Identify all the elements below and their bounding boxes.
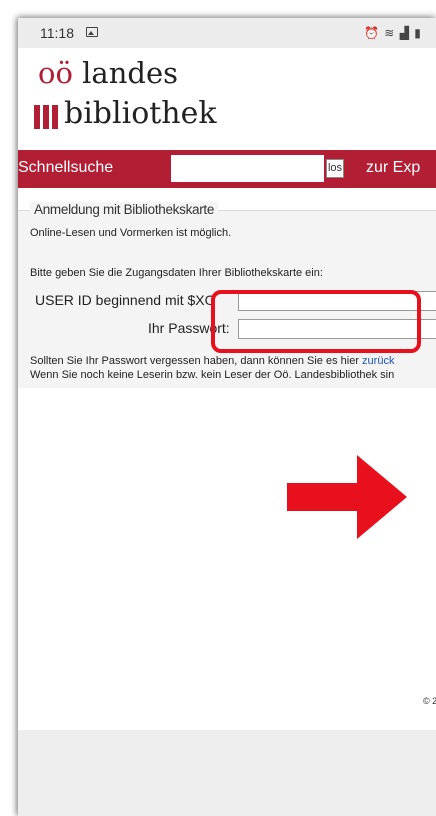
login-legend: Anmeldung mit Bibliothekskarte xyxy=(30,202,219,217)
wifi-icon: ≋ xyxy=(384,26,396,40)
logo-line-2[interactable]: bibliothek xyxy=(34,96,217,131)
battery-icon: ▮ xyxy=(414,26,422,40)
signal-icon: ▟ xyxy=(399,26,410,40)
login-intro: Online-Lesen und Vormerken ist möglich. xyxy=(30,227,232,239)
quick-search-bar: Schnellsuche los zur Exp xyxy=(18,150,436,188)
logo[interactable]: oö landes xyxy=(38,56,178,90)
copyright-text: © 2 xyxy=(423,696,436,706)
status-bar: 11:18 ⏰ ≋ ▟ ▮ xyxy=(18,18,436,48)
highlight-frame xyxy=(211,290,421,353)
page-footer xyxy=(18,730,436,816)
status-time: 11:18 xyxy=(40,25,74,41)
userid-label: USER ID beginnend mit $XO xyxy=(35,292,216,308)
logo-bibliothek: bibliothek xyxy=(64,96,217,131)
gallery-icon xyxy=(86,27,98,37)
forgot-password-sentence: Sollten Sie Ihr Passwort vergessen haben… xyxy=(30,355,359,367)
quick-search-input[interactable] xyxy=(171,155,324,182)
logo-oo: oö xyxy=(38,56,73,90)
phone-screen: 11:18 ⏰ ≋ ▟ ▮ oö landes bibliothek Schne… xyxy=(18,18,436,816)
status-icons: ⏰ ≋ ▟ ▮ xyxy=(364,26,422,40)
forgot-password-text: Sollten Sie Ihr Passwort vergessen haben… xyxy=(30,355,394,367)
quick-search-label: Schnellsuche xyxy=(18,159,114,176)
right-arrow-icon xyxy=(287,455,407,539)
register-text: Wenn Sie noch keine Leserin bzw. kein Le… xyxy=(30,369,395,381)
login-instruction: Bitte geben Sie die Zugangsdaten Ihrer B… xyxy=(30,267,323,279)
reset-password-link[interactable]: zurück xyxy=(362,355,394,367)
logo-bars-icon xyxy=(34,104,58,129)
expert-search-link[interactable]: zur Exp xyxy=(366,159,420,177)
search-go-button[interactable]: los xyxy=(326,159,344,178)
site-header: oö landes bibliothek xyxy=(18,48,436,150)
logo-landes: landes xyxy=(82,56,178,90)
alarm-icon: ⏰ xyxy=(364,26,380,40)
